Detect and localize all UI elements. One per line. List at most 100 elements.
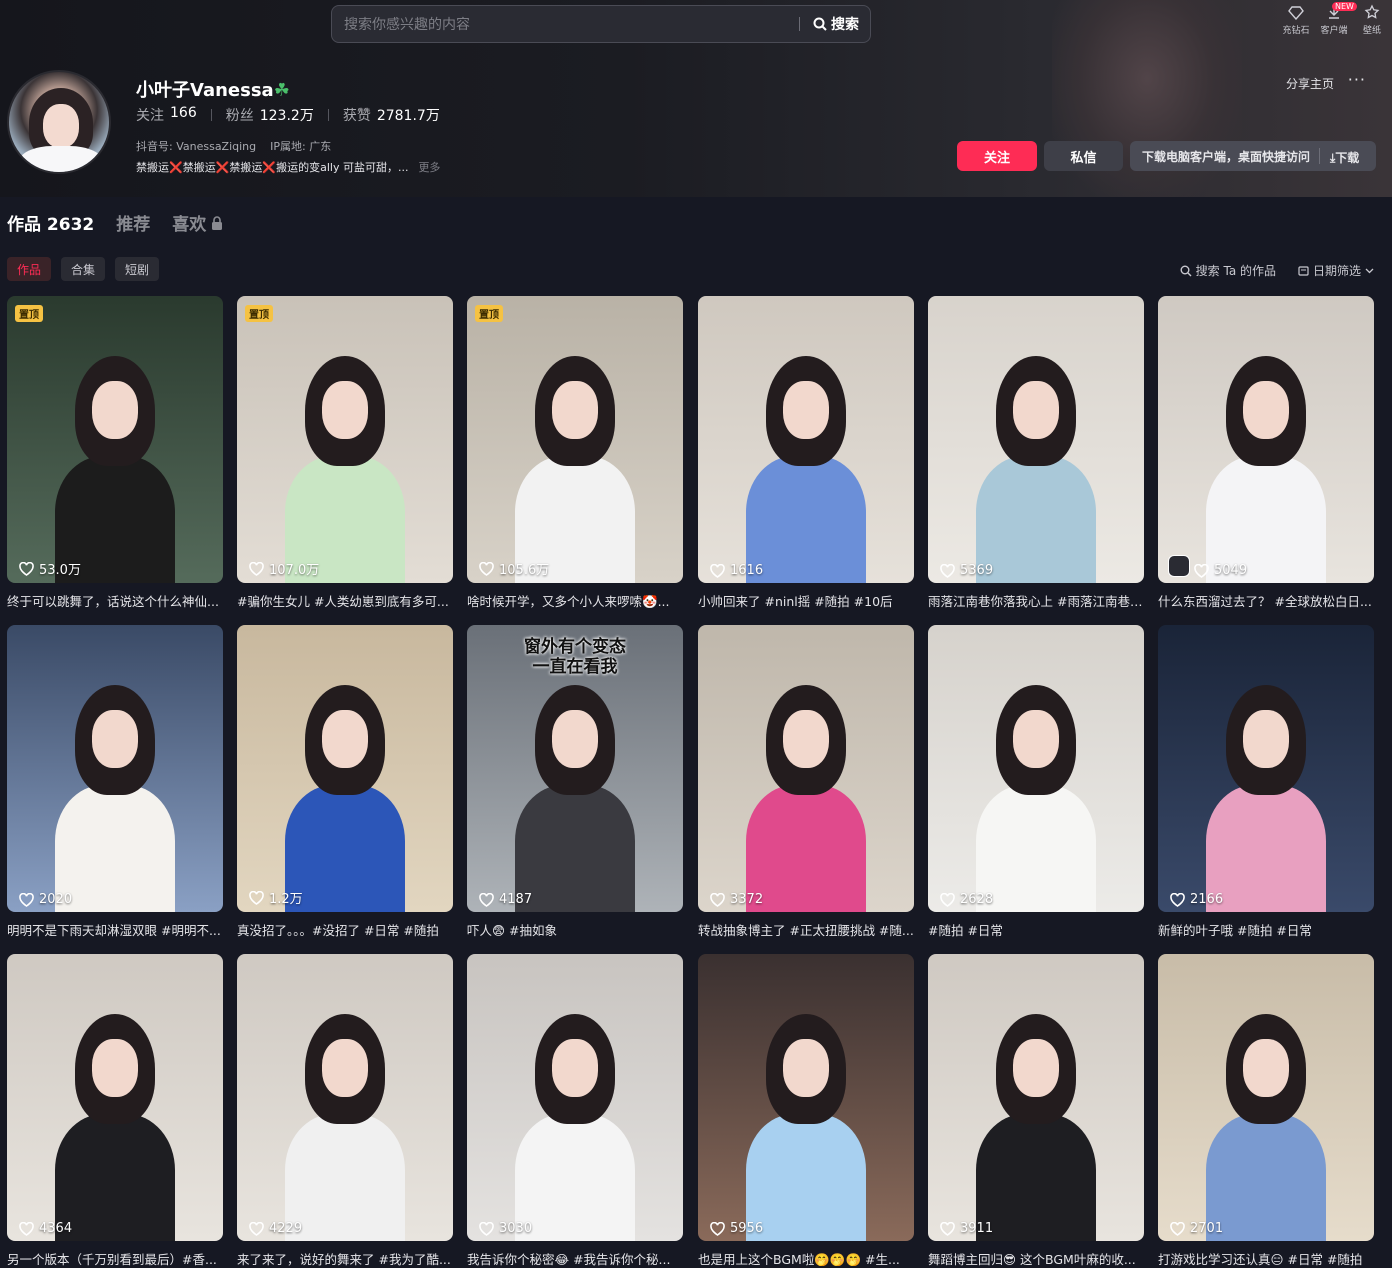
subtab-collections[interactable]: 合集 [61, 257, 106, 281]
search-button[interactable]: 搜索 [813, 14, 859, 34]
video-card[interactable]: 5369 雨落江南巷你落我心上 #雨落江南巷 ... [928, 296, 1144, 610]
video-card[interactable]: 置顶 107.0万 #骗你生女儿 #人类幼崽到底有多可... [237, 296, 453, 610]
heart-icon [249, 561, 264, 576]
video-card[interactable]: 置顶 53.0万终于可以跳舞了，话说这个什么神仙... [7, 296, 223, 610]
video-caption[interactable]: 我告诉你个秘密😂 #我告诉你个秘... [467, 1249, 683, 1268]
tab-works[interactable]: 作品 2632 [7, 210, 94, 235]
video-caption[interactable]: 舞蹈博主回归😎 这个BGM叶麻的收... [928, 1249, 1144, 1268]
video-card[interactable]: 3372 转战抽象博主了 #正太扭腰挑战 #随... [698, 625, 914, 939]
avatar[interactable] [7, 70, 111, 174]
video-person-figure [731, 336, 881, 583]
video-card[interactable]: 1.2万真没招了。。。#没招了 #日常 #随拍 [237, 625, 453, 939]
video-thumbnail[interactable]: 3030 [467, 954, 683, 1241]
video-card[interactable]: 1616 小帅回来了 #ninl摇 #随拍 #10后 [698, 296, 914, 610]
video-card[interactable]: 3030 我告诉你个秘密😂 #我告诉你个秘... [467, 954, 683, 1268]
video-card[interactable]: 窗外有个变态 一直在看我 4187 吓人😨 #抽如象 [467, 625, 683, 939]
video-likes: 4364 [19, 1221, 72, 1236]
video-likes-count: 107.0万 [269, 563, 320, 578]
video-card[interactable]: 2166 新鲜的叶子哦 #随拍 #日常 [1158, 625, 1374, 939]
video-likes-count: 2020 [39, 892, 73, 907]
subtab-short-dramas[interactable]: 短剧 [115, 257, 160, 281]
client-download-button[interactable]: NEW 客户端 [1318, 2, 1357, 36]
ip-location: IP属地: 广东 [270, 140, 332, 153]
video-caption[interactable]: 转战抽象博主了 #正太扭腰挑战 #随... [698, 920, 914, 939]
video-caption[interactable]: 小帅回来了 #ninl摇 #随拍 #10后 [698, 591, 914, 610]
video-caption[interactable]: 吓人😨 #抽如象 [467, 920, 683, 939]
message-button[interactable]: 私信 [1044, 141, 1123, 171]
video-thumbnail[interactable]: 4364 [7, 954, 223, 1241]
video-thumbnail[interactable]: 窗外有个变态 一直在看我 4187 [467, 625, 683, 912]
video-thumbnail[interactable]: 3911 [928, 954, 1144, 1241]
search-input[interactable] [344, 14, 784, 36]
download-client-banner[interactable]: 下载电脑客户端，桌面快捷访问 ⤓下载 [1130, 141, 1376, 171]
more-options-icon[interactable]: ··· [1348, 70, 1366, 89]
video-card[interactable]: 3911 舞蹈博主回归😎 这个BGM叶麻的收... [928, 954, 1144, 1268]
video-card[interactable]: 4229 来了来了，说好的舞来了 #我为了酷... [237, 954, 453, 1268]
tab-liked[interactable]: 喜欢 [172, 210, 223, 235]
following-stat[interactable]: 关注 166 [136, 105, 197, 125]
video-thumbnail[interactable]: 置顶 105.6万 [467, 296, 683, 583]
video-caption[interactable]: 新鲜的叶子哦 #随拍 #日常 [1158, 920, 1374, 939]
video-thumbnail[interactable]: 3372 [698, 625, 914, 912]
date-filter-button[interactable]: 日期筛选 [1298, 262, 1374, 279]
video-caption[interactable]: 啥时候开学，又多个小人来啰嗦🤡... [467, 591, 683, 610]
followers-stat[interactable]: 粉丝 123.2万 [226, 105, 314, 125]
video-likes: 4229 [249, 1221, 302, 1236]
video-likes-count: 3911 [960, 1221, 994, 1236]
video-likes: 3030 [479, 1221, 532, 1236]
video-caption[interactable]: 也是用上这个BGM啦🤭🤭🤭 #生... [698, 1249, 914, 1268]
video-caption[interactable]: 什么东西溜过去了？ #全球放松白日... [1158, 591, 1374, 610]
video-thumbnail[interactable]: 置顶 107.0万 [237, 296, 453, 583]
bio-more-link[interactable]: 更多 [418, 159, 440, 175]
tab-recommended[interactable]: 推荐 [116, 210, 150, 235]
video-caption[interactable]: 打游戏比学习还认真😑 #日常 #随拍 [1158, 1249, 1374, 1268]
follow-button[interactable]: 关注 [957, 141, 1037, 171]
lock-icon [212, 215, 223, 230]
video-caption[interactable]: #骗你生女儿 #人类幼崽到底有多可... [237, 591, 453, 610]
works-tools: 搜索 Ta 的作品 日期筛选 [1180, 262, 1374, 279]
search-works-button[interactable]: 搜索 Ta 的作品 [1180, 262, 1276, 279]
likes-count: 2781.7万 [376, 108, 440, 124]
video-likes-count: 2701 [1190, 1221, 1224, 1236]
video-card[interactable]: 2701 打游戏比学习还认真😑 #日常 #随拍 [1158, 954, 1374, 1268]
subtab-works[interactable]: 作品 [7, 257, 52, 281]
video-caption[interactable]: 真没招了。。。#没招了 #日常 #随拍 [237, 920, 453, 939]
video-caption[interactable]: 雨落江南巷你落我心上 #雨落江南巷 ... [928, 591, 1144, 610]
video-card[interactable]: 5956 也是用上这个BGM啦🤭🤭🤭 #生... [698, 954, 914, 1268]
profile-header: 搜索 充钻石 NEW 客户端 壁纸 小叶子Vanessa☘ 关注 166 粉丝 12… [0, 0, 1392, 197]
video-thumbnail[interactable]: 5049 [1158, 296, 1374, 583]
download-button[interactable]: ⤓下载 [1330, 149, 1359, 166]
video-person-figure [270, 336, 420, 583]
video-thumbnail[interactable]: 2628 [928, 625, 1144, 912]
recharge-button[interactable]: 充钻石 [1280, 4, 1312, 36]
video-caption[interactable]: #随拍 #日常 [928, 920, 1144, 939]
video-thumbnail[interactable]: 4229 [237, 954, 453, 1241]
pinned-badge: 置顶 [475, 305, 503, 322]
video-caption[interactable]: 来了来了，说好的舞来了 #我为了酷... [237, 1249, 453, 1268]
video-thumbnail[interactable]: 5956 [698, 954, 914, 1241]
video-thumbnail[interactable]: 2020 [7, 625, 223, 912]
video-thumbnail[interactable]: 2701 [1158, 954, 1374, 1241]
heart-icon [249, 1221, 264, 1236]
wallpaper-button[interactable]: 壁纸 [1356, 4, 1388, 36]
video-caption[interactable]: 另一个版本（千万别看到最后）#香... [7, 1249, 223, 1268]
video-caption[interactable]: 终于可以跳舞了，话说这个什么神仙... [7, 591, 223, 610]
video-likes: 3372 [710, 892, 763, 907]
video-thumbnail[interactable]: 1.2万 [237, 625, 453, 912]
heart-icon [710, 892, 725, 907]
video-card[interactable]: 2628 #随拍 #日常 [928, 625, 1144, 939]
video-thumbnail[interactable]: 置顶 53.0万 [7, 296, 223, 583]
video-card[interactable]: 2020 明明不是下雨天却淋湿双眼 #明明不... [7, 625, 223, 939]
heart-icon [710, 1221, 725, 1236]
video-card[interactable]: 置顶 105.6万啥时候开学，又多个小人来啰嗦🤡... [467, 296, 683, 610]
share-profile-button[interactable]: 分享主页 [1286, 75, 1334, 92]
video-likes-count: 4364 [39, 1221, 73, 1236]
video-card[interactable]: 4364 另一个版本（千万别看到最后）#香... [7, 954, 223, 1268]
video-likes-count: 5049 [1214, 563, 1248, 578]
video-caption[interactable]: 明明不是下雨天却淋湿双眼 #明明不... [7, 920, 223, 939]
video-thumbnail[interactable]: 2166 [1158, 625, 1374, 912]
search-bar[interactable]: 搜索 [331, 5, 871, 43]
video-card[interactable]: 5049 什么东西溜过去了？ #全球放松白日... [1158, 296, 1374, 610]
video-thumbnail[interactable]: 1616 [698, 296, 914, 583]
video-thumbnail[interactable]: 5369 [928, 296, 1144, 583]
